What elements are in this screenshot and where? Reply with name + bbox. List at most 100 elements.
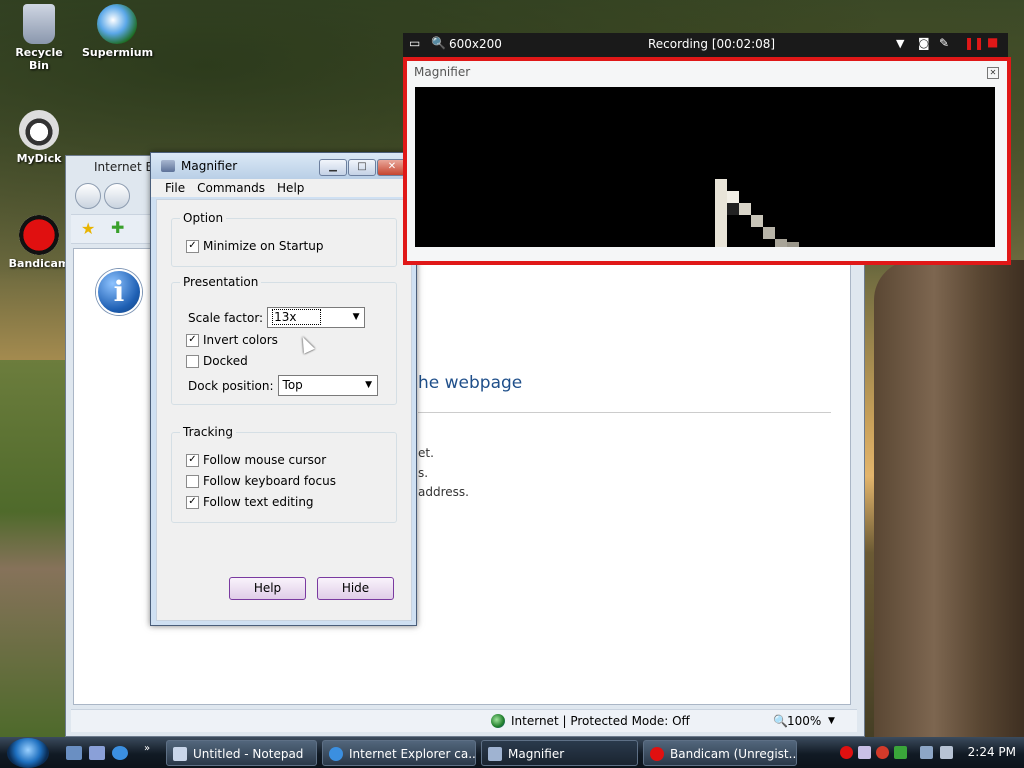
- start-button[interactable]: [7, 738, 49, 768]
- magnified-cursor-pixel: [727, 191, 739, 203]
- add-favorite-icon[interactable]: ✚: [111, 218, 124, 237]
- camera-icon[interactable]: ◙: [918, 36, 930, 50]
- chevron-down-icon[interactable]: ▼: [361, 376, 377, 395]
- option-group: Option ✓ Minimize on Startup: [171, 211, 397, 267]
- follow-text-checkbox[interactable]: ✓ Follow text editing: [186, 495, 314, 509]
- recording-status: Recording [00:02:08]: [648, 37, 776, 51]
- checkbox-label: Follow text editing: [203, 495, 314, 509]
- magnifier-app-icon: [161, 160, 175, 172]
- checkbox-checked[interactable]: ✓: [186, 239, 199, 253]
- pencil-icon[interactable]: ✎: [939, 36, 949, 50]
- supermium-icon: [97, 4, 137, 44]
- help-button[interactable]: Help: [229, 577, 306, 600]
- checkbox-unchecked[interactable]: [186, 354, 199, 368]
- taskbar-item-bandicam[interactable]: Bandicam (Unregist...: [643, 740, 797, 766]
- bandicam-tray-icon[interactable]: [840, 746, 853, 759]
- chevron-right-icon[interactable]: »: [144, 743, 150, 754]
- network-icon[interactable]: [920, 746, 933, 759]
- checkbox-label: Follow mouse cursor: [203, 453, 327, 467]
- tray-app-icon[interactable]: [858, 746, 871, 759]
- raccoon-icon: [19, 110, 59, 150]
- minimize-on-startup-checkbox[interactable]: ✓ Minimize on Startup: [186, 239, 323, 253]
- checkbox-label: Follow keyboard focus: [203, 474, 336, 488]
- magnifier-view-titlebar[interactable]: Magnifier ✕: [407, 61, 1007, 81]
- page-text-line: address.: [418, 485, 469, 499]
- protected-mode-status[interactable]: Internet | Protected Mode: Off: [511, 710, 690, 732]
- recording-frame: Magnifier ✕: [403, 57, 1011, 265]
- checkbox-unchecked[interactable]: [186, 474, 199, 488]
- desktop-icon-label: Supermium: [82, 46, 154, 59]
- zoom-level[interactable]: 100%: [787, 710, 821, 732]
- checkbox-checked[interactable]: ✓: [186, 333, 199, 347]
- magnified-view: [415, 87, 995, 247]
- desktop-icon-supermium[interactable]: Supermium: [82, 4, 154, 59]
- checkbox-checked[interactable]: ✓: [186, 453, 199, 467]
- dock-position-value: Top: [282, 378, 303, 392]
- taskbar-item-internet-explorer[interactable]: Internet Explorer ca...: [322, 740, 476, 766]
- desktop-icon-mydick[interactable]: MyDick: [4, 110, 74, 165]
- taskbar-item-notepad[interactable]: Untitled - Notepad: [166, 740, 317, 766]
- search-icon[interactable]: 🔍: [431, 36, 446, 50]
- menu-file[interactable]: File: [165, 179, 185, 197]
- magnified-cursor-pixel: [775, 239, 787, 247]
- magnifier-titlebar[interactable]: Magnifier ▁ □ ✕: [151, 153, 416, 179]
- magnifier-icon: [488, 747, 502, 761]
- minimize-button[interactable]: ▁: [319, 159, 347, 176]
- magnified-cursor-pixel: [739, 203, 751, 215]
- forward-button[interactable]: [104, 183, 130, 209]
- maximize-button[interactable]: □: [348, 159, 376, 176]
- checkbox-checked[interactable]: ✓: [186, 495, 199, 509]
- scale-factor-select[interactable]: 13x ▼: [267, 307, 366, 328]
- back-button[interactable]: [75, 183, 101, 209]
- scale-factor-value: 13x: [272, 309, 322, 325]
- chevron-down-icon[interactable]: ▼: [828, 710, 835, 732]
- magnified-cursor-pixel: [715, 179, 727, 247]
- show-desktop-icon[interactable]: [66, 746, 82, 760]
- docked-checkbox[interactable]: Docked: [186, 354, 248, 368]
- magnifier-body: Option ✓ Minimize on Startup Presentatio…: [156, 199, 412, 621]
- follow-keyboard-checkbox[interactable]: Follow keyboard focus: [186, 474, 336, 488]
- hide-button[interactable]: Hide: [317, 577, 394, 600]
- invert-colors-checkbox[interactable]: ✓ Invert colors: [186, 333, 278, 347]
- volume-icon[interactable]: [940, 746, 953, 759]
- zoom-icon: 🔍: [773, 714, 788, 728]
- globe-icon: [491, 714, 505, 728]
- page-heading: he webpage: [418, 373, 523, 393]
- taskbar-item-magnifier[interactable]: Magnifier: [481, 740, 638, 766]
- follow-mouse-checkbox[interactable]: ✓ Follow mouse cursor: [186, 453, 326, 467]
- page-text-line: s.: [418, 466, 429, 480]
- menu-commands[interactable]: Commands: [197, 179, 265, 197]
- dock-position-row: Dock position: Top ▼: [188, 375, 378, 396]
- window-select-icon[interactable]: ▭: [409, 36, 420, 50]
- security-alert-icon[interactable]: [876, 746, 889, 759]
- bandicam-icon: [19, 215, 59, 255]
- close-icon[interactable]: ✕: [987, 67, 999, 79]
- divider: [418, 412, 831, 413]
- ie-status-bar: Internet | Protected Mode: Off 🔍 100% ▼: [71, 709, 857, 732]
- internet-explorer-icon[interactable]: [112, 746, 128, 760]
- taskbar: » Untitled - Notepad Internet Explorer c…: [0, 737, 1024, 768]
- pause-icon[interactable]: ❚❚: [964, 36, 984, 50]
- menu-help[interactable]: Help: [277, 179, 304, 197]
- wallpaper-field: [0, 360, 70, 740]
- desktop-icon-label: Recycle Bin: [15, 46, 63, 72]
- clock[interactable]: 2:24 PM: [968, 737, 1016, 768]
- tracking-group: Tracking ✓ Follow mouse cursor Follow ke…: [171, 425, 397, 523]
- dock-position-select[interactable]: Top ▼: [277, 375, 378, 396]
- checkbox-label: Invert colors: [203, 333, 278, 347]
- desktop-icon-bandicam[interactable]: Bandicam: [4, 215, 74, 270]
- dropdown-icon[interactable]: ▼: [896, 37, 904, 50]
- desktop-icon-recycle-bin[interactable]: Recycle Bin: [4, 4, 74, 72]
- chevron-down-icon[interactable]: ▼: [348, 308, 364, 327]
- favorites-star-icon[interactable]: ★: [81, 219, 95, 238]
- stop-icon[interactable]: ■: [987, 35, 998, 49]
- magnified-cursor-pixel: [787, 242, 799, 247]
- recorder-bar: ▭ 🔍 600x200 Recording [00:02:08] ▼ ◙ ✎ ❚…: [403, 33, 1008, 57]
- tray-check-icon[interactable]: [894, 746, 907, 759]
- magnified-cursor-pixel: [763, 227, 775, 239]
- switch-windows-icon[interactable]: [89, 746, 105, 760]
- desktop-icon-label: MyDick: [16, 152, 62, 165]
- wallpaper-tree-trunk: [874, 260, 1024, 740]
- page-text-line: et.: [418, 446, 434, 460]
- presentation-group: Presentation Scale factor: 13x ▼ ✓ Inver…: [171, 275, 397, 405]
